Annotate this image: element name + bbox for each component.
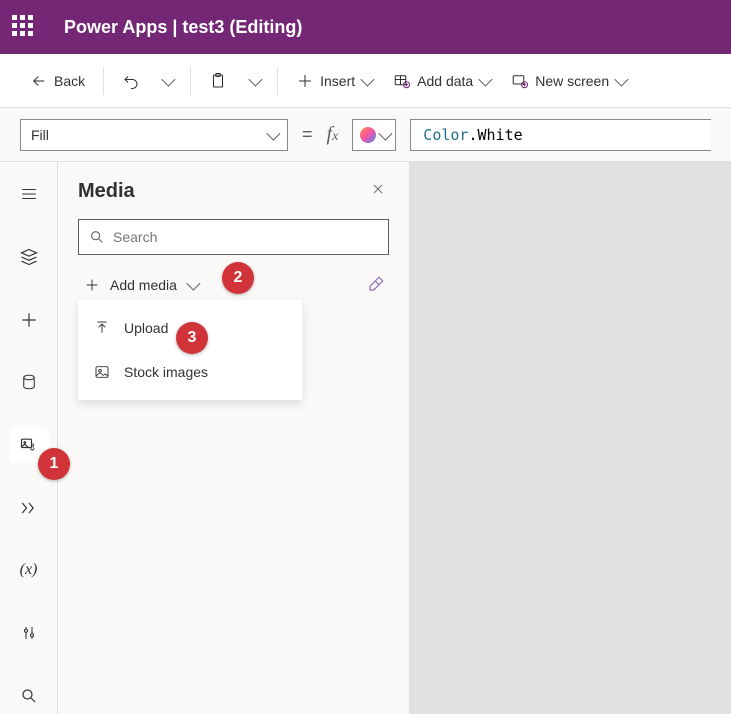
annotation-badge-1: 1: [38, 448, 70, 480]
left-rail: (x): [0, 162, 58, 714]
chevron-down-icon: [614, 72, 628, 86]
property-dropdown[interactable]: Fill: [20, 119, 288, 151]
annotation-badge-2: 2: [222, 262, 254, 294]
divider: [277, 67, 278, 95]
rail-insert[interactable]: [9, 301, 49, 338]
add-media-label: Add media: [110, 277, 177, 293]
rail-data[interactable]: [9, 364, 49, 401]
panel-title: Media: [78, 180, 135, 203]
add-data-button[interactable]: Add data: [383, 63, 499, 99]
arrow-left-icon: [30, 72, 48, 90]
eraser-button[interactable]: [363, 271, 389, 300]
back-button[interactable]: Back: [20, 63, 95, 99]
rail-variables[interactable]: (x): [9, 552, 49, 589]
formula-token-value: White: [477, 126, 522, 144]
canvas[interactable]: [410, 162, 731, 714]
search-icon: [89, 229, 105, 245]
formula-input[interactable]: Color.White: [410, 119, 711, 151]
rail-tools[interactable]: [9, 615, 49, 652]
rail-hamburger[interactable]: [9, 176, 49, 213]
copilot-icon: [360, 127, 376, 143]
chevron-down-icon: [248, 72, 262, 86]
insert-button[interactable]: Insert: [286, 63, 381, 99]
fx-icon: fx: [327, 123, 339, 146]
undo-dropdown[interactable]: [152, 63, 182, 99]
chevron-down-icon: [360, 72, 374, 86]
data-icon: [393, 72, 411, 90]
upload-label: Upload: [124, 320, 168, 336]
equals-sign: =: [302, 124, 313, 145]
screen-icon: [511, 72, 529, 90]
paste-button[interactable]: [199, 63, 237, 99]
copilot-button[interactable]: [352, 119, 396, 151]
chevron-down-icon: [378, 126, 392, 140]
insert-label: Insert: [320, 73, 355, 89]
app-title: Power Apps | test3 (Editing): [64, 17, 302, 38]
divider: [190, 67, 191, 95]
divider: [103, 67, 104, 95]
dropdown-item-stock[interactable]: Stock images: [78, 350, 302, 394]
add-data-label: Add data: [417, 73, 473, 89]
annotation-badge-3: 3: [176, 322, 208, 354]
media-panel: Media Add media: [58, 162, 410, 714]
new-screen-label: New screen: [535, 73, 609, 89]
formula-bar: Fill = fx Color.White: [0, 108, 731, 162]
plus-icon: [84, 277, 100, 293]
chevron-down-icon: [479, 72, 493, 86]
upload-icon: [94, 320, 110, 336]
app-header: Power Apps | test3 (Editing): [0, 0, 731, 54]
image-icon: [94, 364, 110, 380]
paste-dropdown[interactable]: [239, 63, 269, 99]
chevron-down-icon: [161, 72, 175, 86]
chevron-down-icon: [266, 126, 280, 140]
formula-token-type: Color: [423, 126, 468, 144]
new-screen-button[interactable]: New screen: [501, 63, 635, 99]
close-button[interactable]: [367, 178, 389, 205]
stock-label: Stock images: [124, 364, 208, 380]
chevron-down-icon: [186, 277, 200, 291]
undo-icon: [122, 72, 140, 90]
rail-search[interactable]: [9, 677, 49, 714]
search-input[interactable]: [113, 229, 378, 245]
rail-tree[interactable]: [9, 239, 49, 276]
search-box[interactable]: [78, 219, 389, 255]
waffle-icon[interactable]: [12, 15, 36, 39]
rail-flows[interactable]: [9, 489, 49, 526]
undo-button[interactable]: [112, 63, 150, 99]
clipboard-icon: [209, 72, 227, 90]
formula-token-dot: .: [468, 126, 477, 144]
command-bar: Back Insert Add data New screen: [0, 54, 731, 108]
property-label: Fill: [31, 127, 49, 143]
plus-icon: [296, 72, 314, 90]
add-media-button[interactable]: Add media: [78, 267, 203, 303]
main-area: (x) Media Add media: [0, 162, 731, 714]
back-label: Back: [54, 73, 85, 89]
